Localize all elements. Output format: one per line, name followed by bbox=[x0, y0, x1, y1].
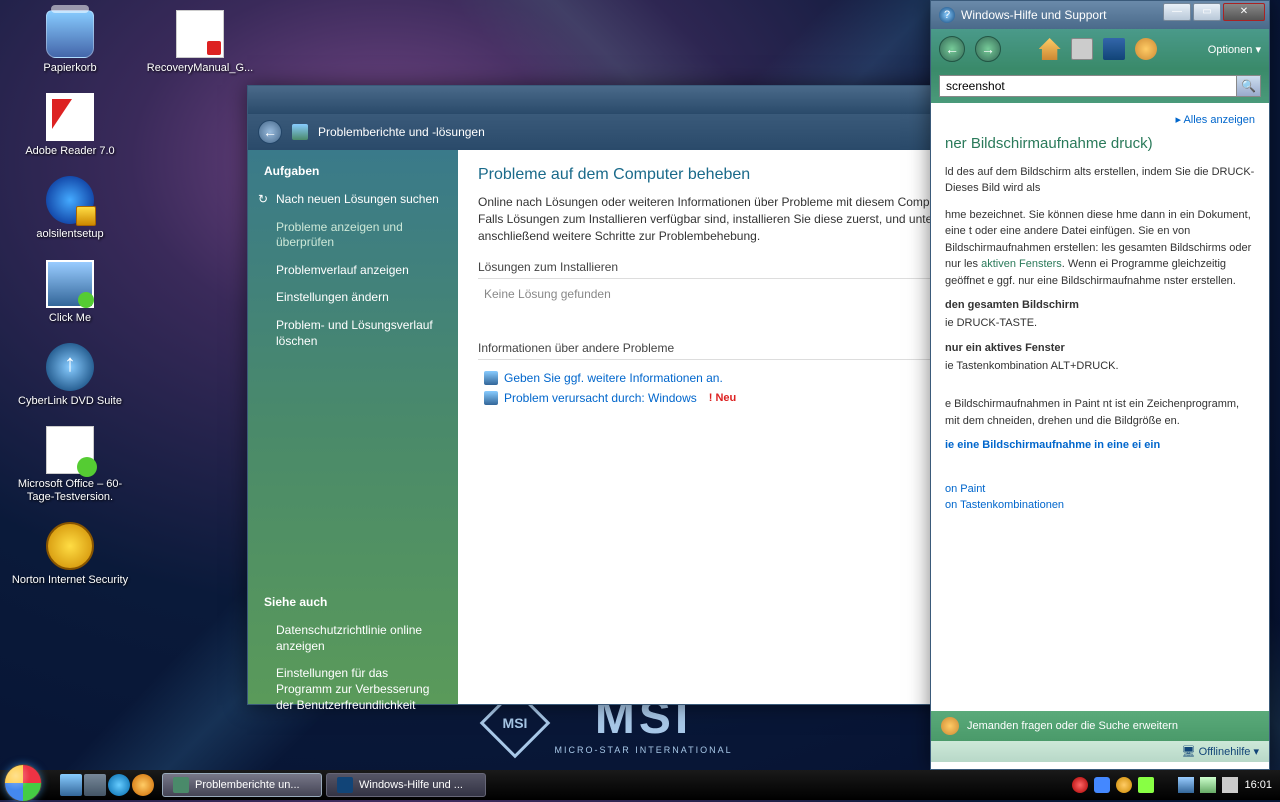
titlebar[interactable]: ? Windows-Hilfe und Support — ▭ ✕ bbox=[931, 1, 1269, 29]
tasks-header: Aufgaben bbox=[248, 164, 458, 186]
network-icon[interactable] bbox=[1178, 777, 1194, 793]
doc-icon bbox=[176, 10, 224, 58]
sidebar: Aufgaben Nach neuen Lösungen suchenProbl… bbox=[248, 150, 458, 704]
see-also-link[interactable]: Datenschutzrichtlinie online anzeigen bbox=[248, 617, 458, 660]
app-icon bbox=[173, 777, 189, 793]
show-all-link[interactable]: Alles anzeigen bbox=[945, 113, 1255, 126]
app-icon bbox=[337, 777, 353, 793]
options-menu[interactable]: Optionen ▾ bbox=[1208, 43, 1261, 56]
desktop-icon[interactable]: Adobe Reader 7.0 bbox=[10, 93, 130, 158]
new-badge: ! Neu bbox=[709, 392, 737, 404]
print-icon[interactable] bbox=[1071, 38, 1093, 60]
switch-windows-icon[interactable] bbox=[84, 774, 106, 796]
adobe-icon bbox=[46, 93, 94, 141]
minimize-button[interactable]: — bbox=[1163, 3, 1191, 21]
quick-launch bbox=[54, 774, 160, 796]
offline-help-status[interactable]: Offlinehilfe ▾ bbox=[931, 741, 1269, 762]
volume-icon[interactable] bbox=[1222, 777, 1238, 793]
norton-icon bbox=[46, 522, 94, 570]
maximize-button[interactable]: ▭ bbox=[1193, 3, 1221, 21]
battery-icon[interactable] bbox=[1200, 777, 1216, 793]
search-input[interactable] bbox=[940, 76, 1236, 96]
paste-link[interactable]: ie eine Bildschirmaufnahme in eine ei ei… bbox=[945, 439, 1255, 451]
home-icon[interactable] bbox=[1039, 38, 1061, 60]
breadcrumb-title: Problemberichte und -lösungen bbox=[318, 125, 485, 139]
back-button[interactable] bbox=[258, 120, 282, 144]
start-button[interactable] bbox=[0, 770, 54, 800]
ask-icon[interactable] bbox=[1135, 38, 1157, 60]
tray-icon[interactable] bbox=[1138, 777, 1154, 793]
app-icon bbox=[292, 124, 308, 140]
clock[interactable]: 16:01 bbox=[1244, 779, 1272, 791]
ref-link[interactable]: on Tastenkombinationen bbox=[945, 499, 1255, 511]
media-icon[interactable] bbox=[132, 774, 154, 796]
see-also-header: Siehe auch bbox=[248, 595, 458, 617]
sidebar-task[interactable]: Problemverlauf anzeigen bbox=[248, 257, 458, 285]
search-button[interactable]: 🔍 bbox=[1236, 76, 1260, 96]
active-window-link[interactable]: aktiven Fensters bbox=[981, 258, 1062, 270]
help-icon: ? bbox=[939, 7, 955, 23]
system-tray: 16:01 bbox=[1064, 777, 1280, 793]
desktop-icon[interactable]: aolsilentsetup bbox=[10, 176, 130, 241]
ref-link[interactable]: on Paint bbox=[945, 483, 1255, 495]
desktop-icon[interactable]: RecoveryManual_G... bbox=[140, 10, 260, 75]
help-content: Alles anzeigen ner Bildschirmaufnahme dr… bbox=[931, 103, 1269, 711]
report-icon bbox=[484, 391, 498, 405]
browse-icon[interactable] bbox=[1103, 38, 1125, 60]
desktop-icon[interactable]: Norton Internet Security bbox=[10, 522, 130, 587]
forward-button[interactable]: → bbox=[975, 36, 1001, 62]
sidebar-task[interactable]: Probleme anzeigen und überprüfen bbox=[248, 214, 458, 257]
sidebar-task[interactable]: Problem- und Lösungsverlauf löschen bbox=[248, 312, 458, 355]
show-desktop-icon[interactable] bbox=[60, 774, 82, 796]
recycle-icon bbox=[46, 10, 94, 58]
breadcrumb-bar: Problemberichte und -lösungen bbox=[248, 114, 1036, 150]
desktop-icon[interactable]: CyberLink DVD Suite bbox=[10, 343, 130, 408]
ie-icon[interactable] bbox=[108, 774, 130, 796]
close-button[interactable]: ✕ bbox=[1223, 3, 1265, 21]
clickme-icon bbox=[46, 260, 94, 308]
window-title: Windows-Hilfe und Support bbox=[961, 8, 1106, 22]
sidebar-task[interactable]: Einstellungen ändern bbox=[248, 284, 458, 312]
help-toolbar: ← → Optionen ▾ bbox=[931, 29, 1269, 69]
see-also-link[interactable]: Einstellungen für das Programm zur Verbe… bbox=[248, 660, 458, 719]
tray-icon[interactable] bbox=[1094, 777, 1110, 793]
tray-icon[interactable] bbox=[1072, 777, 1088, 793]
back-button[interactable]: ← bbox=[939, 36, 965, 62]
tray-icon[interactable] bbox=[1116, 777, 1132, 793]
taskbar: Problemberichte un...Windows-Hilfe und .… bbox=[0, 770, 1280, 800]
dvd-icon bbox=[46, 343, 94, 391]
help-heading: ner Bildschirmaufnahme druck) bbox=[945, 134, 1255, 154]
problem-reports-window: — ▭ ✕ Problemberichte und -lösungen Aufg… bbox=[247, 85, 1037, 705]
desktop-icon[interactable]: Microsoft Office – 60-Tage-Testversion. bbox=[10, 426, 130, 504]
help-support-window: ? Windows-Hilfe und Support — ▭ ✕ ← → Op… bbox=[930, 0, 1270, 770]
search-box: 🔍 bbox=[939, 75, 1261, 97]
people-icon bbox=[941, 717, 959, 735]
ask-someone-bar[interactable]: Jemanden fragen oder die Suche erweitern bbox=[931, 711, 1269, 741]
office-icon bbox=[46, 426, 94, 474]
taskbar-button[interactable]: Windows-Hilfe und ... bbox=[326, 773, 486, 797]
report-icon bbox=[484, 371, 498, 385]
taskbar-button[interactable]: Problemberichte un... bbox=[162, 773, 322, 797]
sidebar-task[interactable]: Nach neuen Lösungen suchen bbox=[248, 186, 458, 214]
titlebar[interactable]: — ▭ ✕ bbox=[248, 86, 1036, 114]
desktop-icon[interactable]: Papierkorb bbox=[10, 10, 130, 75]
desktop-icon[interactable]: Click Me bbox=[10, 260, 130, 325]
aol-icon bbox=[46, 176, 94, 224]
